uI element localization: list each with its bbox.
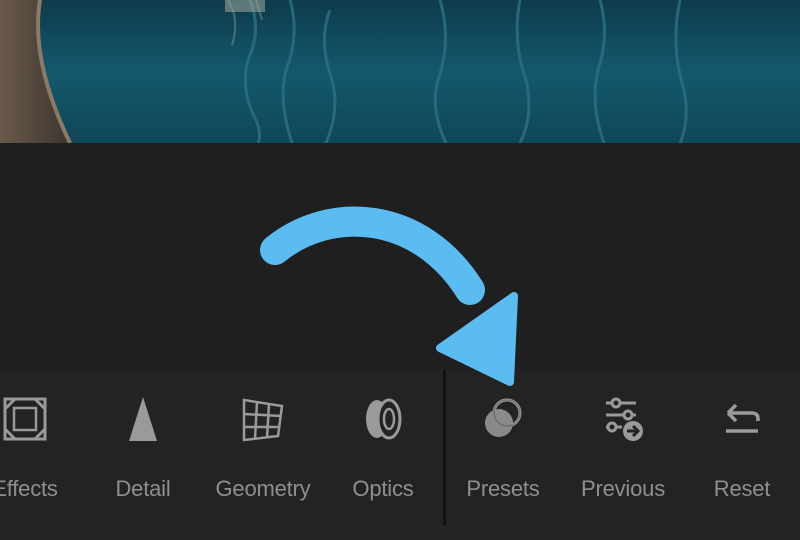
detail-icon	[119, 395, 167, 443]
tool-label: Reset	[713, 476, 771, 501]
tool-label: Previous	[581, 476, 665, 501]
effects-icon	[1, 395, 49, 443]
tool-effects[interactable]: Effects	[0, 395, 80, 510]
tool-label: Optics	[352, 476, 414, 501]
tool-detail[interactable]: Detail	[88, 395, 198, 510]
tool-optics[interactable]: Optics	[328, 395, 438, 510]
toolbar-divider	[443, 370, 446, 525]
reset-icon	[718, 395, 766, 443]
tool-geometry[interactable]: Geometry	[208, 395, 318, 510]
tool-label: Detail	[115, 476, 171, 501]
tool-previous[interactable]: Previous	[568, 395, 678, 510]
tool-label: Presets	[466, 476, 540, 501]
presets-icon	[479, 395, 527, 443]
tool-label: Geometry	[215, 476, 311, 501]
canvas-area	[0, 143, 800, 370]
editor-screen: Effects Detail Geometry	[0, 0, 800, 540]
photo-image	[0, 0, 800, 143]
tool-reset[interactable]: Reset	[687, 395, 797, 510]
photo-preview[interactable]	[0, 0, 800, 143]
tool-presets[interactable]: Presets	[448, 395, 558, 510]
geometry-icon	[239, 395, 287, 443]
tool-label: Effects	[0, 476, 58, 501]
previous-icon	[599, 395, 647, 443]
optics-icon	[359, 395, 407, 443]
